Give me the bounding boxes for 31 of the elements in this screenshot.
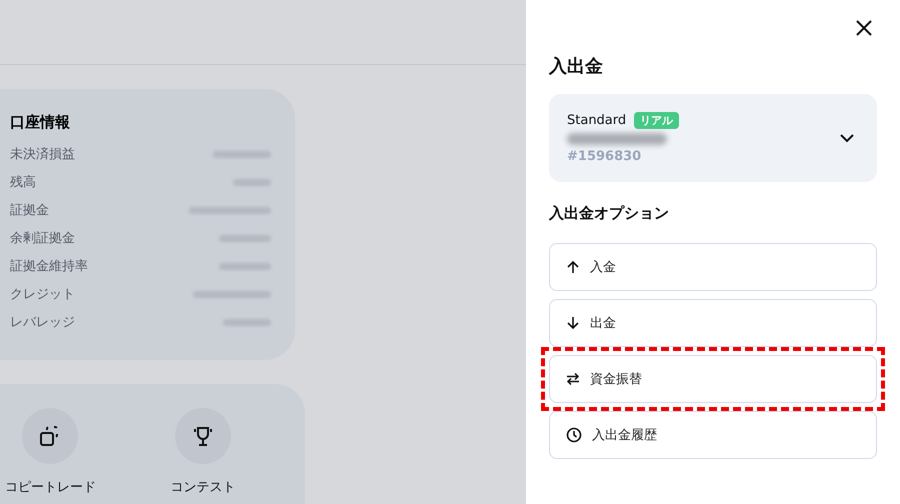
panel-title: 入出金: [549, 55, 604, 78]
info-label: 未決済損益: [10, 146, 75, 163]
info-label: 残高: [10, 174, 36, 191]
close-icon: [855, 19, 873, 37]
blurred-value: [219, 234, 271, 242]
clock-icon: [566, 427, 582, 443]
account-badge: リアル: [634, 112, 680, 129]
account-type: Standard: [567, 113, 626, 128]
option-button[interactable]: 出金: [549, 299, 877, 347]
option-button[interactable]: 入出金履歴: [549, 411, 877, 459]
blurred-value: [213, 150, 271, 158]
option-button[interactable]: 資金振替: [549, 355, 877, 403]
info-label: レバレッジ: [10, 314, 75, 331]
info-label: 証拠金維持率: [10, 258, 88, 275]
swap-arrows-icon: [566, 372, 580, 386]
info-label: 証拠金: [10, 202, 49, 219]
chevron-down-icon: [839, 133, 855, 143]
blurred-value: [233, 178, 271, 186]
info-label: 余剰証拠金: [10, 230, 75, 247]
option-button[interactable]: 入金: [549, 243, 877, 291]
section-heading: 入出金オプション: [549, 204, 670, 223]
card-title: 口座情報: [10, 113, 71, 132]
shortcut-label: コンテスト: [170, 479, 236, 496]
account-number: #1596830: [567, 149, 642, 164]
arrow-up-icon: [566, 260, 580, 274]
shortcut-label: コピートレード: [4, 479, 96, 496]
blurred-value: [219, 262, 271, 270]
account-selector[interactable]: Standard リアル #1596830: [549, 94, 877, 182]
info-label: クレジット: [10, 286, 75, 303]
blurred-value: [223, 318, 271, 326]
arrow-down-icon: [566, 316, 580, 330]
